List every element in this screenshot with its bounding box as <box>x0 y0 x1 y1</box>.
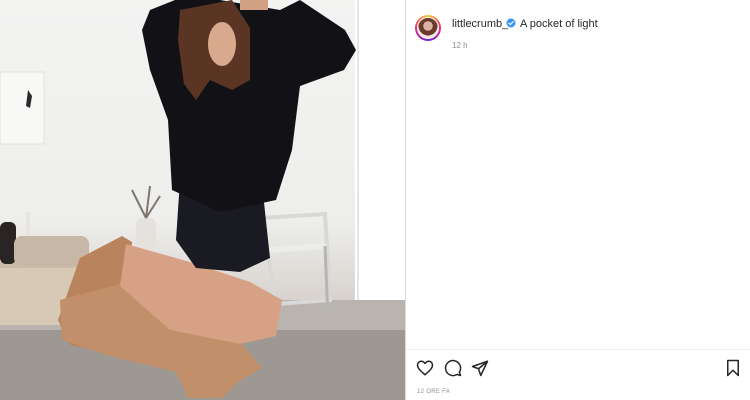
avatar[interactable] <box>415 15 441 41</box>
post-photo[interactable] <box>0 0 405 400</box>
post-card <box>0 0 750 400</box>
post-relative-time[interactable]: 12 h <box>452 41 468 50</box>
bookmark-icon[interactable] <box>724 359 742 377</box>
username-link[interactable]: littlecrumb_ <box>452 18 508 30</box>
share-icon[interactable] <box>471 359 489 377</box>
post-caption: A pocket of light <box>520 18 598 30</box>
verified-badge-icon <box>506 18 516 28</box>
comment-icon[interactable] <box>444 359 462 377</box>
actions-divider <box>406 349 750 350</box>
photo-illustration <box>0 0 405 400</box>
post-details-panel <box>405 0 750 400</box>
heart-icon[interactable] <box>416 359 434 377</box>
avatar-image <box>417 17 439 39</box>
post-date: 12 ORE FA <box>417 389 451 395</box>
